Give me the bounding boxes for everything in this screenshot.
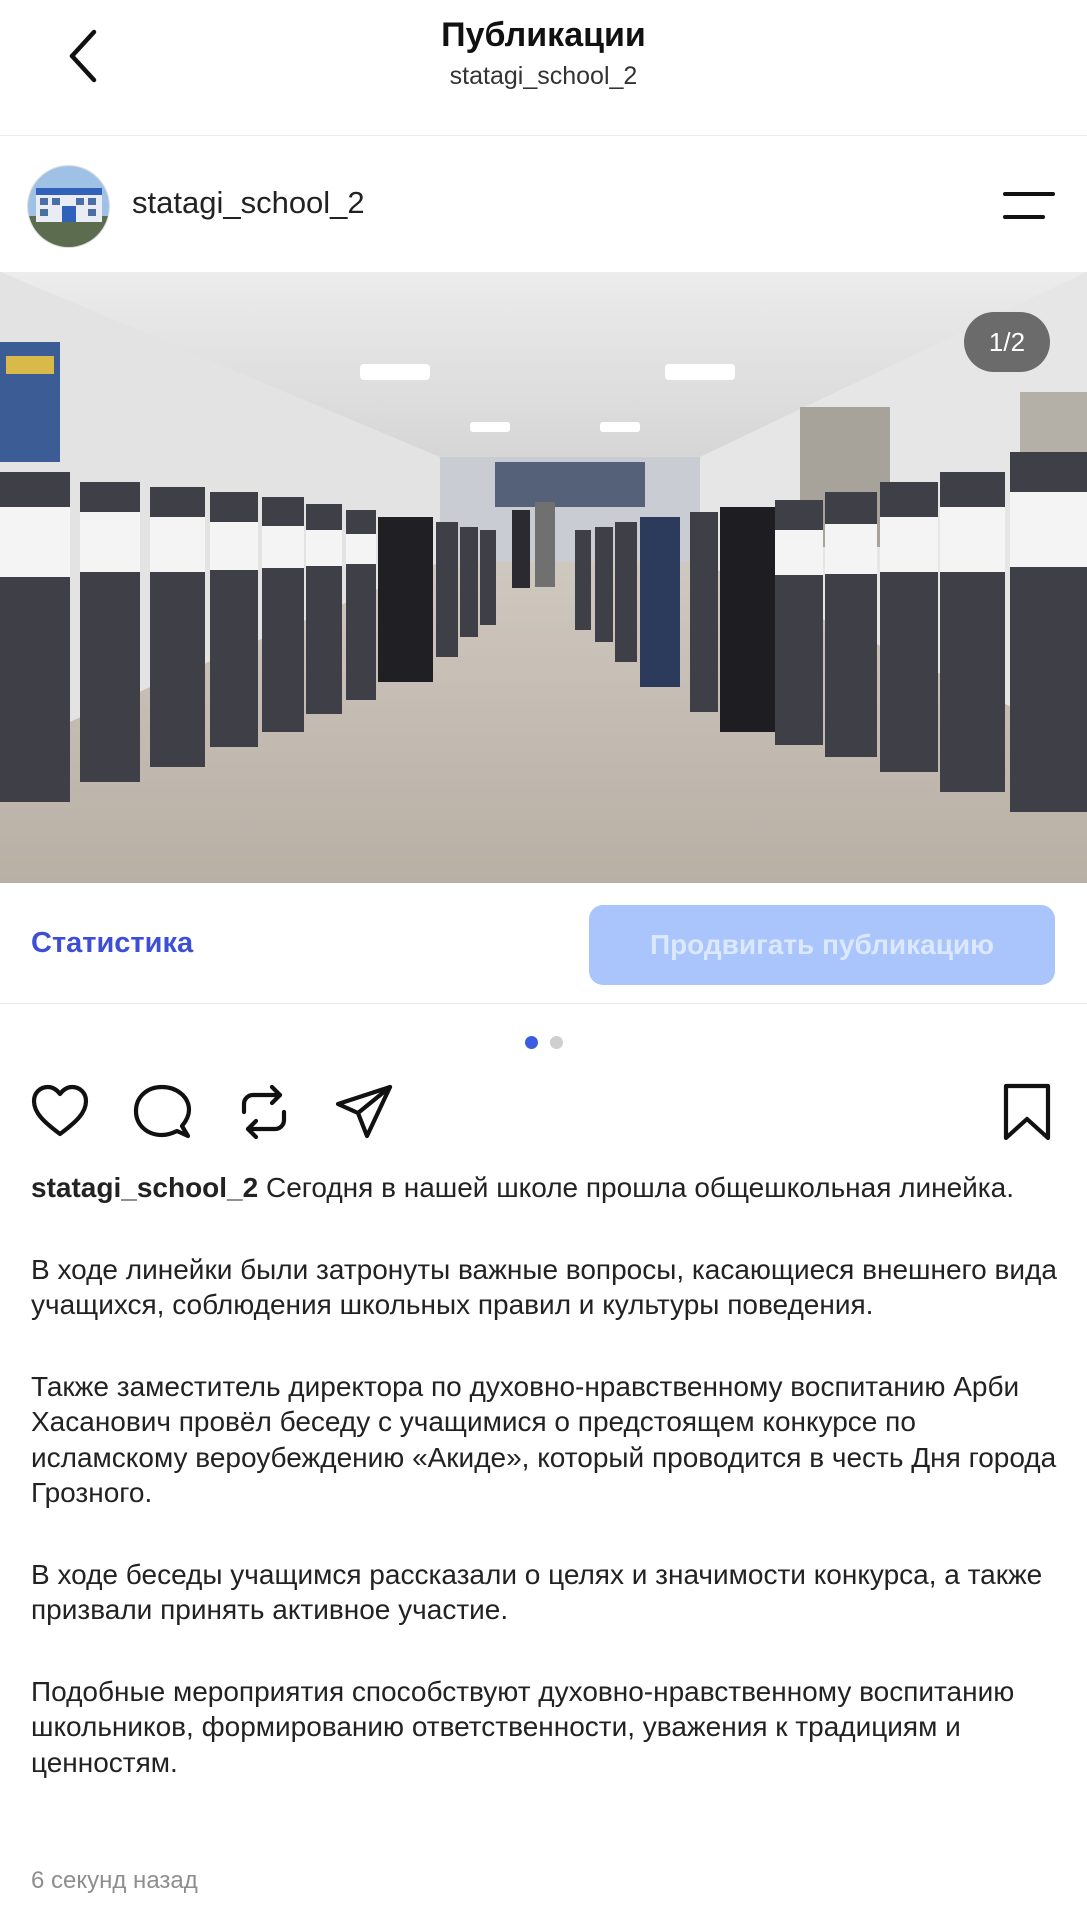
caption-paragraph: Подобные мероприятия способствуют духовн… — [31, 1675, 1015, 1778]
comment-icon[interactable] — [132, 1082, 192, 1142]
post-timestamp: 6 секунд назад — [31, 1867, 198, 1894]
reaction-icons-row — [0, 1082, 1087, 1142]
caption-paragraph: В ходе линейки были затронуты важные воп… — [31, 1253, 1057, 1321]
bookmark-icon[interactable] — [997, 1082, 1057, 1142]
heart-icon[interactable] — [30, 1082, 90, 1142]
carousel-indicator — [0, 1036, 1087, 1049]
caption-first-line: Сегодня в нашей школе прошла общешкольна… — [265, 1172, 1015, 1203]
caption-first-paragraph: statagi_school_2 Сегодня в нашей школе п… — [31, 1170, 1061, 1206]
share-icon[interactable] — [334, 1082, 394, 1142]
page-title: Публикации — [441, 16, 646, 54]
caption-paragraph: Также заместитель директора по духовно-н… — [31, 1370, 1057, 1509]
post-username[interactable]: statagi_school_2 — [132, 185, 365, 221]
page-subtitle: statagi_school_2 — [449, 62, 638, 90]
caption-username[interactable]: statagi_school_2 — [31, 1172, 258, 1203]
post-author-row: statagi_school_2 — [0, 135, 1087, 272]
caption-paragraph: В ходе беседы учащимся рассказали о целя… — [31, 1558, 1043, 1626]
post-image[interactable] — [0, 272, 1087, 883]
carousel-dot — [549, 1036, 563, 1049]
carousel-dot-active — [524, 1036, 538, 1049]
image-counter-badge: 1/2 — [964, 312, 1050, 372]
top-nav-bar: Публикации statagi_school_2 — [0, 0, 1087, 136]
avatar[interactable] — [27, 165, 110, 248]
menu-icon[interactable] — [1003, 190, 1055, 222]
statistics-link[interactable]: Статистика — [31, 927, 193, 960]
promote-button[interactable]: Продвигать публикацию — [589, 905, 1055, 985]
repost-icon[interactable] — [234, 1082, 294, 1142]
post-caption: statagi_school_2 Сегодня в нашей школе п… — [31, 1170, 1061, 1826]
post-actions-bar: Статистика Продвигать публикацию — [0, 883, 1087, 1004]
